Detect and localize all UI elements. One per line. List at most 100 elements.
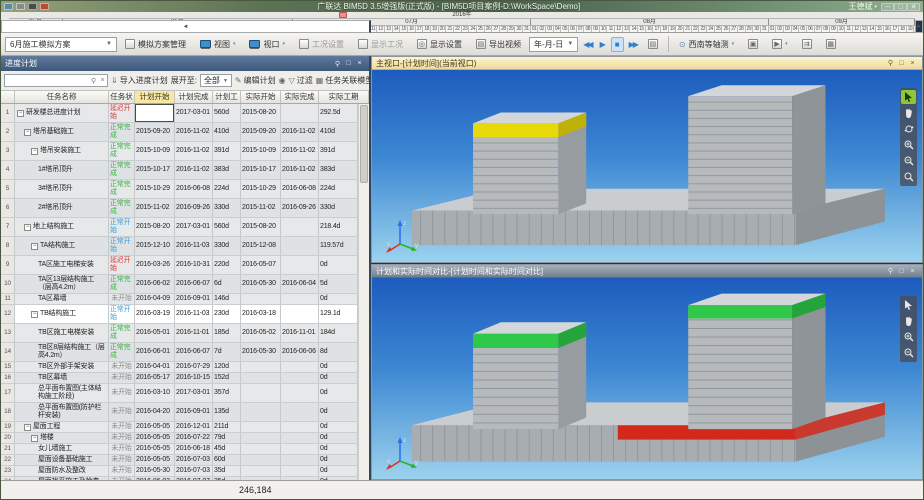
timeline-day-cell[interactable]: 27 bbox=[492, 26, 500, 32]
expand-level-select[interactable]: 全部 ▼ bbox=[200, 74, 232, 87]
minimize-button[interactable]: ─ bbox=[881, 3, 894, 11]
timeline-day-cell[interactable]: 14 bbox=[630, 26, 638, 32]
timeline-day-cell[interactable]: 13 bbox=[385, 26, 393, 32]
table-row[interactable]: 9TA区施工电梯安装延迟开始2016-03-262016-10-31220d20… bbox=[1, 256, 358, 275]
timeline-day-cell[interactable]: 29 bbox=[746, 26, 754, 32]
play-button[interactable]: ▶ bbox=[597, 38, 609, 51]
table-row[interactable]: 7−地上结构施工正常开始2015-08-202017-03-01560d2015… bbox=[1, 218, 358, 237]
undo-icon[interactable] bbox=[28, 3, 37, 10]
table-row[interactable]: 10TA区13层结构施工（层高4.2m）正常完成2016-06-022016-0… bbox=[1, 275, 358, 294]
pan-tool-icon[interactable] bbox=[901, 314, 916, 328]
select-tool-icon[interactable] bbox=[901, 298, 916, 312]
table-row[interactable]: 8−TA结构施工正常开始2015-12-102016-11-03330d2015… bbox=[1, 237, 358, 256]
timeline-day-cell[interactable]: 03 bbox=[784, 26, 792, 32]
table-row[interactable]: 18总平面布置图(防护栏杆安装)未开始2016-04-202016-09-011… bbox=[1, 403, 358, 422]
zoom-out-icon[interactable] bbox=[901, 154, 916, 168]
float-icon[interactable]: □ bbox=[896, 268, 907, 275]
user-menu[interactable]: 王德斌 ▾ bbox=[848, 1, 877, 12]
show-work-condition-button[interactable]: 显示工况 bbox=[352, 36, 409, 53]
zoom-in-icon[interactable] bbox=[901, 138, 916, 152]
walkthrough-button[interactable]: ⇉ bbox=[796, 36, 818, 52]
timeline-day-cell[interactable]: 15 bbox=[400, 26, 408, 32]
timeline-day-cell[interactable]: 22 bbox=[692, 26, 700, 32]
timeline-day-cell[interactable]: 04 bbox=[792, 26, 800, 32]
timeline-scroll-left[interactable]: ◄ bbox=[1, 20, 371, 33]
clear-search-icon[interactable]: × bbox=[98, 77, 107, 84]
column-header[interactable]: 实际完成 bbox=[281, 91, 319, 103]
float-icon[interactable]: □ bbox=[896, 60, 907, 67]
column-header[interactable]: 实际开始 bbox=[241, 91, 281, 103]
collapse-icon[interactable]: − bbox=[31, 148, 38, 155]
timeline-day-cell[interactable]: 16 bbox=[646, 26, 654, 32]
stop-button[interactable]: ■ bbox=[611, 37, 624, 52]
float-icon[interactable]: □ bbox=[343, 60, 354, 67]
timeline-day-cell[interactable]: 26 bbox=[485, 26, 493, 32]
timeline-day-cell[interactable]: 05 bbox=[799, 26, 807, 32]
timeline-day-cell[interactable]: 31 bbox=[523, 26, 531, 32]
import-schedule-button[interactable]: ⇓ 导入进度计划 bbox=[111, 75, 168, 86]
timeline-day-cell[interactable]: 18 bbox=[661, 26, 669, 32]
collapse-icon[interactable]: − bbox=[31, 435, 38, 442]
timeline-day-cell[interactable]: 25 bbox=[715, 26, 723, 32]
timeline-day-cell[interactable]: 17 bbox=[653, 26, 661, 32]
simulation-scheme-select[interactable]: 6月施工模拟方案 ▼ bbox=[5, 37, 117, 52]
timeline-day-cell[interactable]: 27 bbox=[730, 26, 738, 32]
app-icon[interactable] bbox=[4, 3, 13, 10]
collapse-icon[interactable]: − bbox=[17, 110, 24, 117]
timeline-day-cell[interactable]: 12 bbox=[615, 26, 623, 32]
table-row[interactable]: 11TA区幕墙未开始2016-04-092016-09-01146d0d bbox=[1, 294, 358, 305]
timeline-day-cell[interactable]: 03 bbox=[546, 26, 554, 32]
timeline-day-cell[interactable]: 29 bbox=[508, 26, 516, 32]
table-row[interactable]: 19−屋面工程未开始2016-05-052016-12-01211d0d bbox=[1, 422, 358, 433]
screenshot-button[interactable]: ▣ bbox=[742, 36, 764, 52]
display-settings-button[interactable]: ◎ 显示设置 bbox=[411, 36, 468, 53]
timeline-day-cell[interactable]: 20 bbox=[439, 26, 447, 32]
timeline-day-cell[interactable]: 19 bbox=[907, 26, 915, 32]
table-row[interactable]: 22屋面设备基础施工未开始2016-05-052016-07-0360d0d bbox=[1, 455, 358, 466]
timeline-day-cell[interactable]: 25 bbox=[477, 26, 485, 32]
redo-icon[interactable] bbox=[40, 3, 49, 10]
date-format-select[interactable]: 年-月-日 ▼ bbox=[529, 37, 578, 52]
rewind-button[interactable]: ◀◀ bbox=[580, 38, 594, 51]
link-model-button[interactable]: ▦ 任务关联模型 bbox=[316, 75, 369, 86]
table-row[interactable]: 20−塔楼未开始2016-05-052016-07-2279d0d bbox=[1, 433, 358, 444]
timeline-day-cell[interactable]: 02 bbox=[538, 26, 546, 32]
timeline-day-cell[interactable]: 16 bbox=[408, 26, 416, 32]
virtual-build-icon[interactable]: ▤ bbox=[642, 36, 664, 52]
timeline-day-cell[interactable]: 17 bbox=[891, 26, 899, 32]
save-icon[interactable] bbox=[16, 3, 25, 10]
3d-canvas-compare[interactable]: z x y bbox=[372, 278, 922, 479]
timeline-day-cell[interactable]: 28 bbox=[738, 26, 746, 32]
timeline-day-cell[interactable]: 05 bbox=[561, 26, 569, 32]
collapse-icon[interactable]: − bbox=[31, 311, 38, 318]
print-button[interactable]: ◉ bbox=[279, 76, 286, 85]
timeline-day-cell[interactable]: 21 bbox=[684, 26, 692, 32]
view-angle-select[interactable]: ⊙ 西南等轴测 ▾ bbox=[673, 36, 740, 53]
timeline-day-cell[interactable]: 07 bbox=[815, 26, 823, 32]
table-row[interactable]: 15TB区外部手架安装未开始2016-04-012016-07-29120d0d bbox=[1, 362, 358, 373]
animation-button[interactable]: ▶ ▾ bbox=[766, 36, 794, 52]
fast-forward-button[interactable]: ▶▶ bbox=[626, 38, 640, 51]
search-input[interactable] bbox=[5, 76, 89, 85]
planned-start-cell[interactable] bbox=[135, 104, 175, 122]
timeline-day-cell[interactable]: 14 bbox=[868, 26, 876, 32]
work-condition-settings-button[interactable]: 工况设置 bbox=[293, 36, 350, 53]
timeline-day-cell[interactable]: 13 bbox=[623, 26, 631, 32]
pin-icon[interactable]: ⚲ bbox=[885, 267, 896, 275]
table-row[interactable]: 12−TB结构施工正常开始2016-03-192016-11-03230d201… bbox=[1, 305, 358, 324]
column-header[interactable]: 任务状态 bbox=[109, 91, 135, 103]
close-button[interactable]: ✕ bbox=[907, 3, 920, 11]
3d-canvas-planned[interactable]: z x y bbox=[372, 70, 922, 262]
table-row[interactable]: 14TB区8层结构施工（层高4.2m）正常完成2016-06-012016-06… bbox=[1, 343, 358, 362]
timeline-day-cell[interactable]: 17 bbox=[416, 26, 424, 32]
timeline-day-cell[interactable]: 10 bbox=[838, 26, 846, 32]
timeline-day-cell[interactable]: 23 bbox=[462, 26, 470, 32]
column-header[interactable]: 计划完成 bbox=[175, 91, 213, 103]
zoom-out-icon[interactable] bbox=[901, 346, 916, 360]
table-row[interactable]: 1−研发楼总进度计划延迟开始2017-03-01560d2015-08-2029… bbox=[1, 104, 358, 123]
scheme-manager-button[interactable]: 模拟方案管理 bbox=[119, 36, 192, 53]
table-row[interactable]: 13TB区施工电梯安装正常完成2016-05-012016-11-01185d2… bbox=[1, 324, 358, 343]
timeline-day-cell[interactable]: 18 bbox=[423, 26, 431, 32]
timeline-day-cell[interactable]: 16 bbox=[884, 26, 892, 32]
timeline-day-cell[interactable]: 08 bbox=[584, 26, 592, 32]
